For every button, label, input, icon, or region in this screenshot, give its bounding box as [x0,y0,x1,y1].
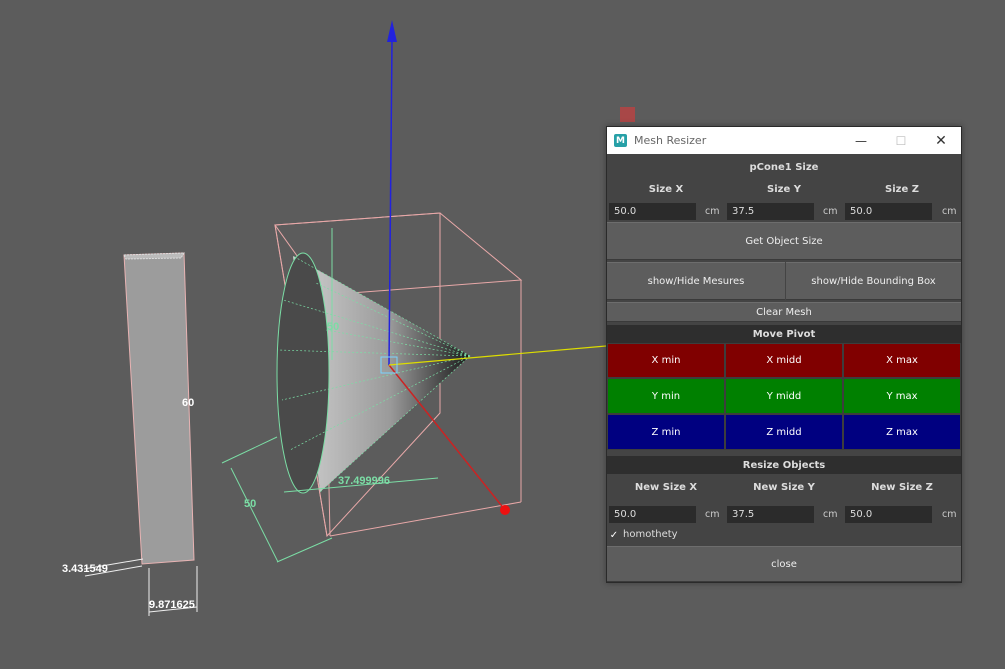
new-size-y-label: New Size Y [753,481,815,493]
new-size-x-label: New Size X [634,481,698,493]
y-axis-arrow-icon [387,20,397,42]
pivot-y-max-button[interactable]: Y max [843,378,961,414]
close-button[interactable]: close [607,546,961,582]
pivot-x-midd-button[interactable]: X midd [725,343,843,378]
get-object-size-button[interactable]: Get Object Size [607,222,961,260]
homothety-checkbox[interactable]: ✓ [609,531,619,541]
show-hide-measures-button[interactable]: show/Hide Mesures [607,262,785,300]
slab-height-label: 60 [182,397,194,409]
mesh-resizer-window: M Mesh Resizer — ☐ ✕ pCone1 Size Size X … [606,126,962,583]
titlebar: M Mesh Resizer — ☐ ✕ [607,127,961,154]
show-hide-bbox-button[interactable]: show/Hide Bounding Box [786,262,961,300]
window-title: Mesh Resizer [634,134,707,147]
homothety-label: homothety [623,529,678,540]
size-x-field[interactable]: 50.0 [609,203,696,220]
slab-object[interactable]: 60 9.871625 3.431549 [62,252,198,616]
size-y-label: Size Y [767,183,801,195]
new-size-y-field[interactable]: 37.5 [727,506,814,523]
cone-object[interactable]: 50 37.499996 50 [221,228,471,563]
cone-depth-label: 50 [244,498,256,510]
object-size-title: pCone1 Size [749,161,819,173]
maya-app-icon: M [614,134,627,147]
size-z-field[interactable]: 50.0 [845,203,932,220]
slab-depth-label: 3.431549 [62,563,108,575]
size-y-field[interactable]: 37.5 [727,203,814,220]
move-pivot-header: Move Pivot [607,325,961,343]
cone-height-label: 50 [327,321,339,333]
new-size-z-field[interactable]: 50.0 [845,506,932,523]
pivot-x-min-button[interactable]: X min [607,343,725,378]
maximize-button[interactable]: ☐ [881,127,921,154]
pivot-y-midd-button[interactable]: Y midd [725,378,843,414]
close-window-button[interactable]: ✕ [921,127,961,154]
clear-mesh-button[interactable]: Clear Mesh [607,302,961,322]
size-z-unit: cm [942,206,957,217]
size-y-unit: cm [823,206,838,217]
resize-objects-header: Resize Objects [607,456,961,474]
new-size-z-unit: cm [942,509,957,520]
new-size-y-unit: cm [823,509,838,520]
x-axis-handle-icon [500,505,510,515]
pivot-z-midd-button[interactable]: Z midd [725,414,843,450]
size-x-unit: cm [705,206,720,217]
selection-marker-icon [620,107,635,122]
new-size-x-field[interactable]: 50.0 [609,506,696,523]
size-x-label: Size X [648,183,684,195]
pivot-x-max-button[interactable]: X max [843,343,961,378]
slab-width-label: 9.871625 [149,599,195,611]
new-size-x-unit: cm [705,509,720,520]
size-z-label: Size Z [885,183,919,195]
pivot-y-min-button[interactable]: Y min [607,378,725,414]
window-content: pCone1 Size Size X Size Y Size Z 50.0 cm… [607,154,961,582]
pivot-z-max-button[interactable]: Z max [843,414,961,450]
pivot-z-min-button[interactable]: Z min [607,414,725,450]
new-size-z-label: New Size Z [871,481,933,493]
minimize-button[interactable]: — [841,127,881,154]
cone-width-label: 37.499996 [338,475,390,487]
